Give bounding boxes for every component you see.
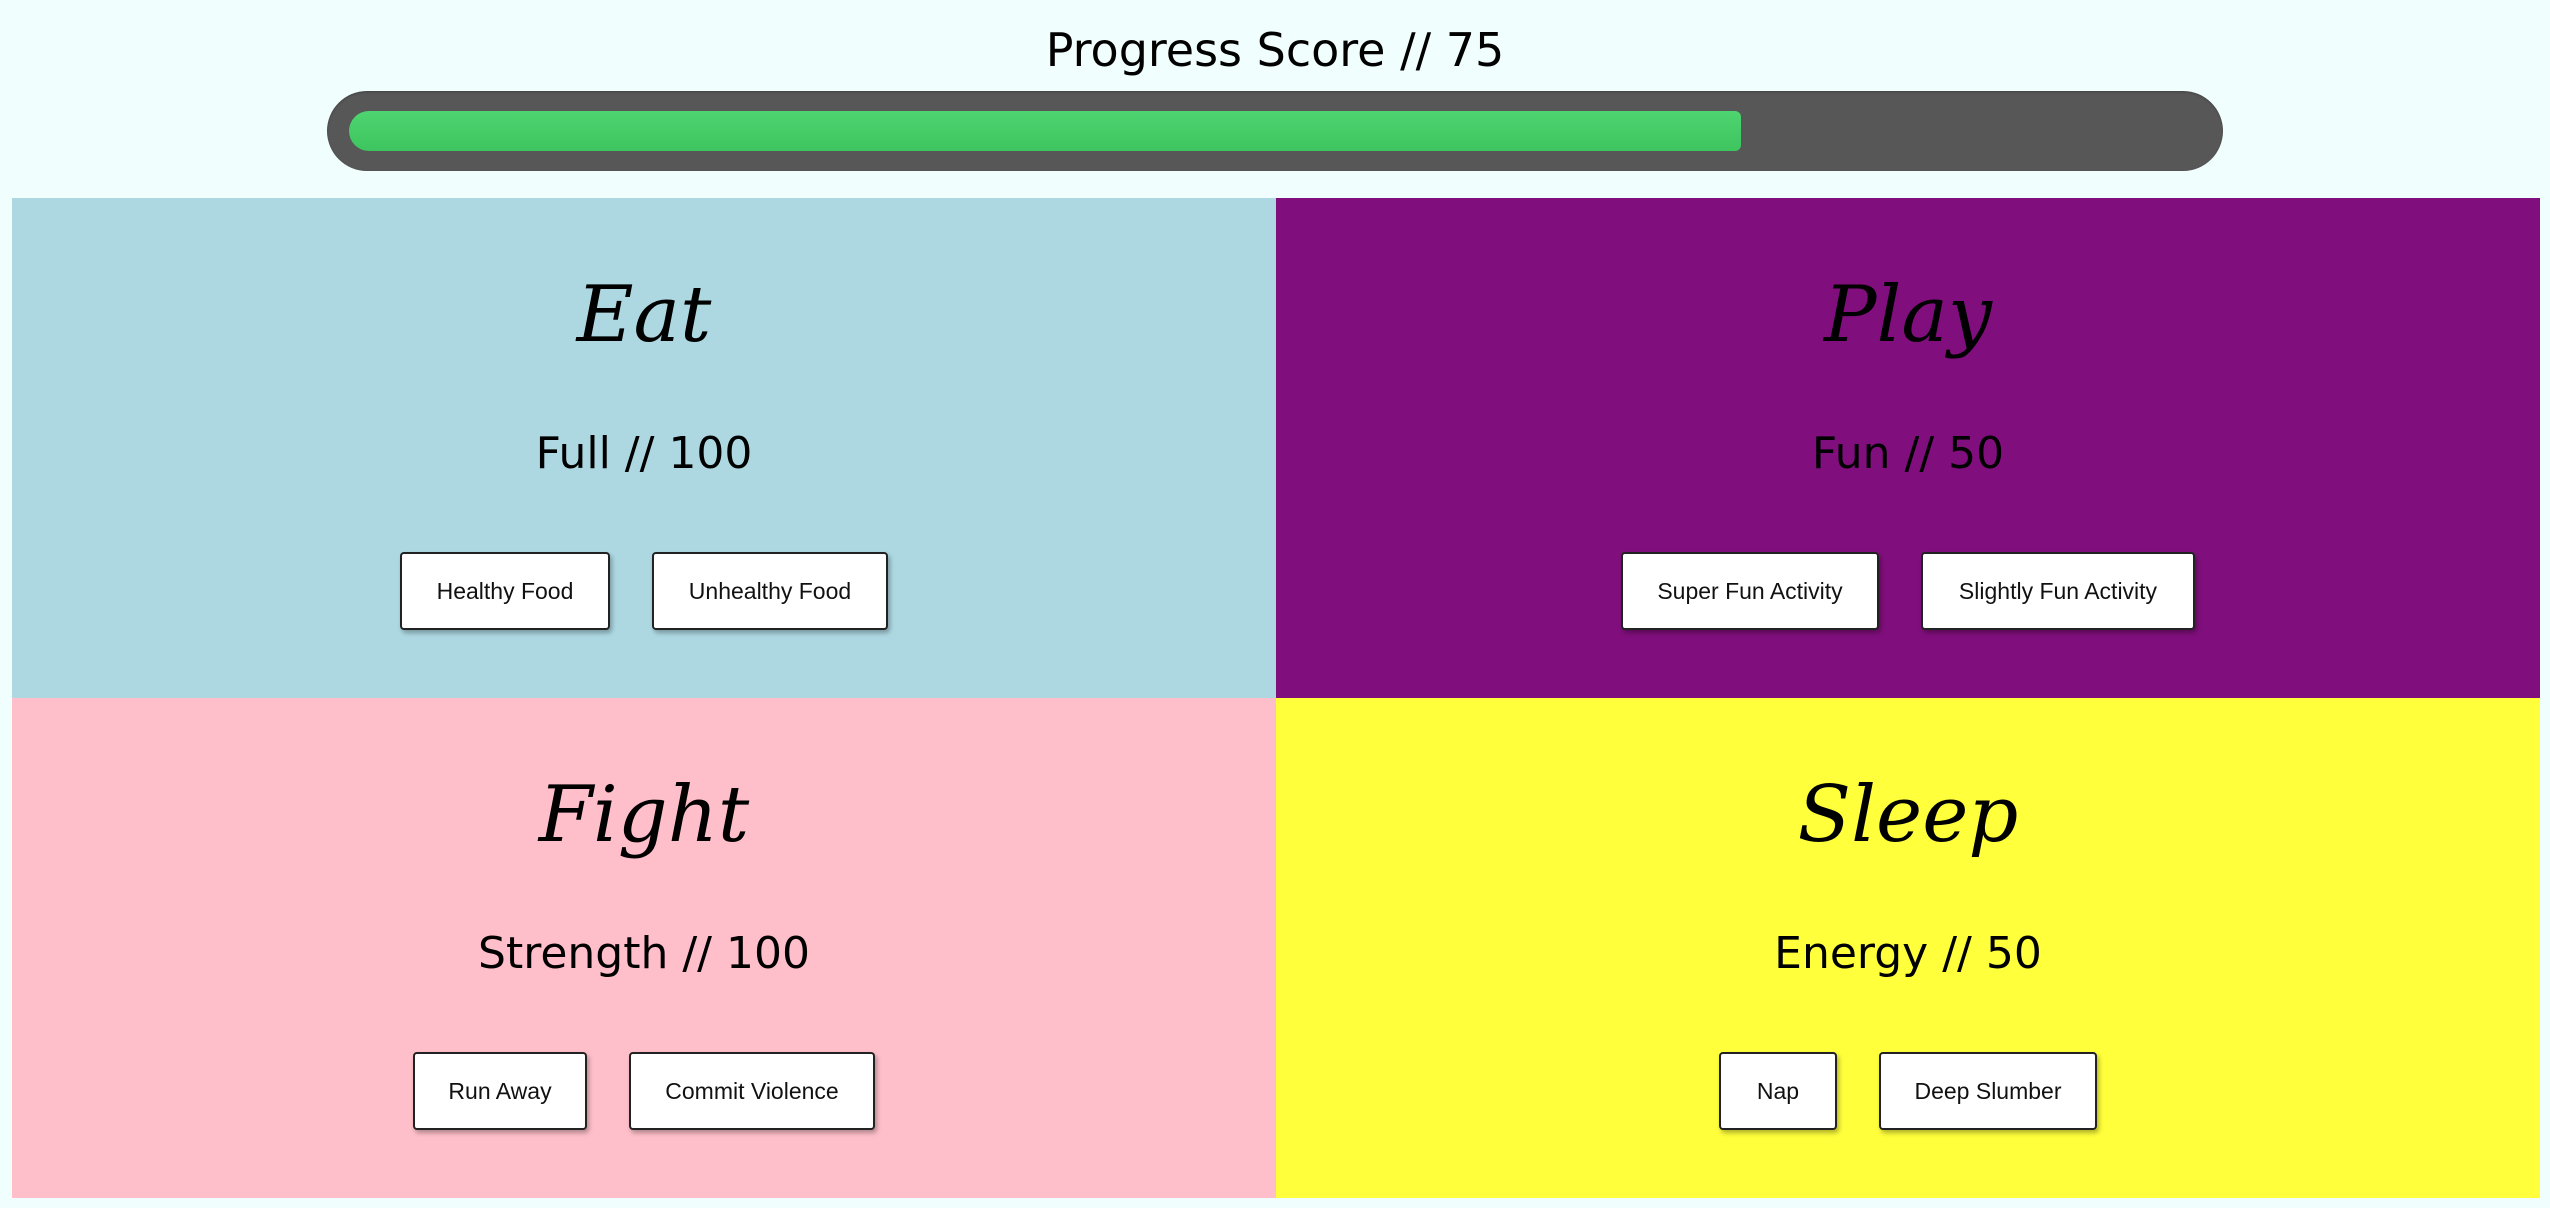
activity-grid: Eat Full // 100 Healthy Food Unhealthy F… xyxy=(12,198,2540,1198)
commit-violence-button[interactable]: Commit Violence xyxy=(629,1052,875,1130)
play-title: Play xyxy=(1824,270,1992,360)
sleep-buttons: Nap Deep Slumber xyxy=(1276,1052,2540,1130)
progress-bar xyxy=(327,91,2223,171)
super-fun-activity-button[interactable]: Super Fun Activity xyxy=(1621,552,1879,630)
fight-title: Fight xyxy=(538,770,750,860)
slightly-fun-activity-button[interactable]: Slightly Fun Activity xyxy=(1921,552,2195,630)
full-stat: Full // 100 xyxy=(535,428,753,479)
eat-buttons: Healthy Food Unhealthy Food xyxy=(12,552,1276,630)
unhealthy-food-button[interactable]: Unhealthy Food xyxy=(652,552,888,630)
fight-buttons: Run Away Commit Violence xyxy=(12,1052,1276,1130)
healthy-food-button[interactable]: Healthy Food xyxy=(400,552,610,630)
strength-stat: Strength // 100 xyxy=(478,928,810,979)
run-away-button[interactable]: Run Away xyxy=(413,1052,587,1130)
progress-score-title: Progress Score // 75 xyxy=(1045,23,1505,77)
header: Progress Score // 75 xyxy=(0,0,2550,198)
eat-panel: Eat Full // 100 Healthy Food Unhealthy F… xyxy=(12,198,1276,698)
fun-stat: Fun // 50 xyxy=(1811,428,2005,479)
sleep-title: Sleep xyxy=(1797,770,2019,860)
fight-panel: Fight Strength // 100 Run Away Commit Vi… xyxy=(12,698,1276,1198)
deep-slumber-button[interactable]: Deep Slumber xyxy=(1879,1052,2097,1130)
sleep-panel: Sleep Energy // 50 Nap Deep Slumber xyxy=(1276,698,2540,1198)
energy-stat: Energy // 50 xyxy=(1774,928,2042,979)
play-buttons: Super Fun Activity Slightly Fun Activity xyxy=(1276,552,2540,630)
eat-title: Eat xyxy=(576,270,712,360)
progress-bar-fill xyxy=(349,111,1741,151)
nap-button[interactable]: Nap xyxy=(1719,1052,1837,1130)
play-panel: Play Fun // 50 Super Fun Activity Slight… xyxy=(1276,198,2540,698)
